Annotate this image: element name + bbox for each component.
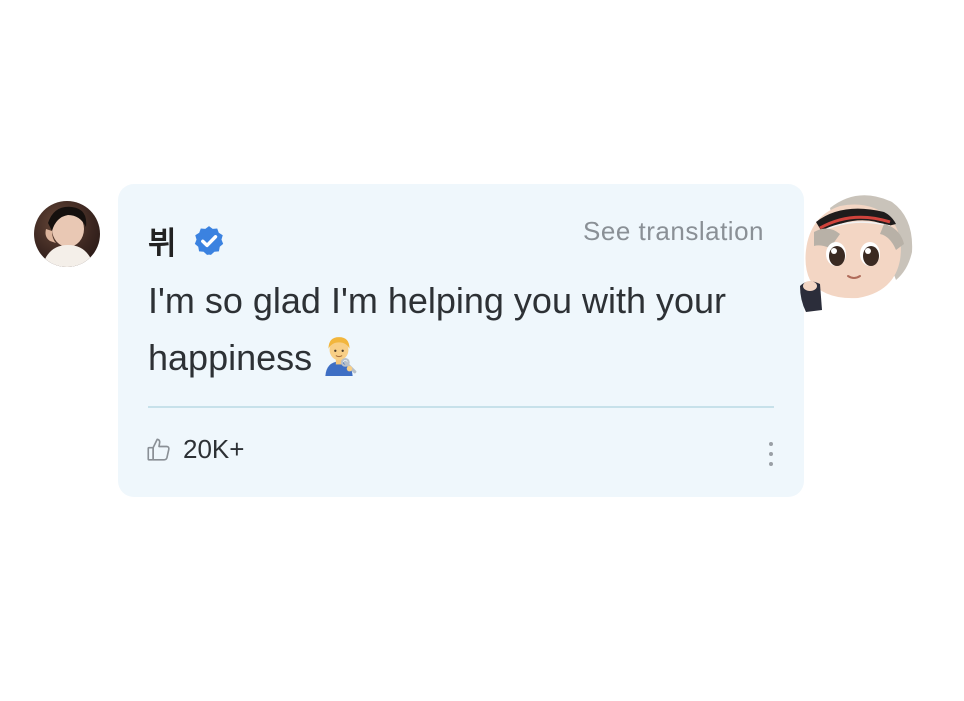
chibi-character-sticker xyxy=(800,195,913,312)
author-avatar[interactable] xyxy=(34,201,100,267)
more-vertical-icon[interactable] xyxy=(766,440,776,468)
comment-text: I'm so glad I'm helping you with your ha… xyxy=(148,280,727,378)
man-mechanic-emoji-icon xyxy=(325,337,357,376)
like-count: 20K+ xyxy=(183,434,245,464)
author-name[interactable]: 뷔 xyxy=(148,218,178,263)
comment-message: I'm so glad I'm helping you with your ha… xyxy=(148,272,748,386)
verified-badge-icon xyxy=(194,225,223,255)
profile-photo-icon xyxy=(42,206,94,267)
thumbs-up-icon xyxy=(147,437,170,461)
see-translation-link[interactable]: See translation xyxy=(583,216,764,247)
divider xyxy=(148,406,774,408)
comment-card: 뷔 See translation I'm so glad I'm helpin… xyxy=(118,184,804,497)
author-row: 뷔 xyxy=(148,218,226,263)
like-button[interactable]: 20K+ xyxy=(145,434,244,465)
